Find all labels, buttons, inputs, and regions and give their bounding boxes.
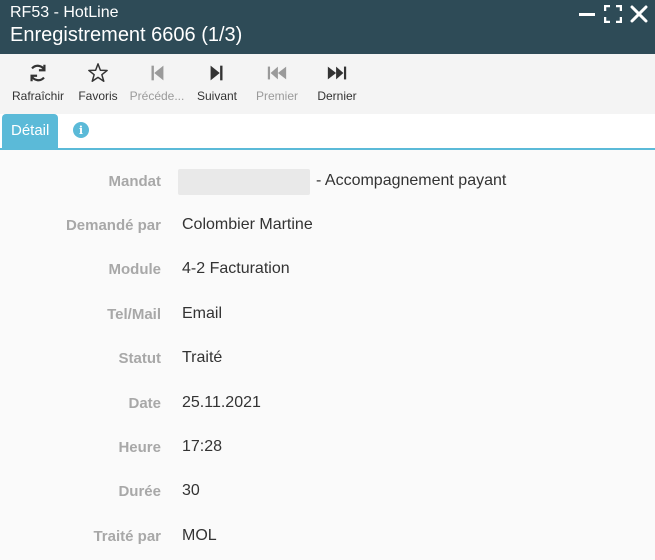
duree-value: 30 <box>182 482 200 499</box>
refresh-label: Rafraîchir <box>11 89 64 103</box>
first-button[interactable]: Premier <box>246 54 308 114</box>
statut-value: Traité <box>182 349 223 366</box>
field-statut: Statut Traité <box>0 345 655 373</box>
close-button[interactable] <box>629 4 649 24</box>
step-forward-icon <box>210 65 223 81</box>
heure-value: 17:28 <box>182 438 223 455</box>
date-label: Date <box>128 395 161 412</box>
detail-panel: Mandat - Accompagnement payant Demandé p… <box>0 150 655 560</box>
traite-par-value: MOL <box>182 527 217 544</box>
close-icon <box>630 5 648 23</box>
demande-par-value: Colombier Martine <box>182 216 313 233</box>
field-date: Date 25.11.2021 <box>0 390 655 418</box>
title-bar: RF53 - HotLine Enregistrement 6606 (1/3) <box>0 0 655 54</box>
toolbar: Rafraîchir Favoris Précéde... Suivant Pr… <box>0 54 655 115</box>
demande-par-label: Demandé par <box>65 217 161 234</box>
record-title: Enregistrement 6606 (1/3) <box>10 24 243 46</box>
info-icon[interactable]: i <box>73 122 89 138</box>
refresh-button[interactable]: Rafraîchir <box>7 54 69 114</box>
tab-detail[interactable]: Détail <box>2 114 59 148</box>
module-label: Module <box>108 261 162 278</box>
next-button[interactable]: Suivant <box>186 54 248 114</box>
previous-button[interactable]: Précéde... <box>126 54 188 114</box>
first-label: Premier <box>255 89 298 103</box>
window-controls <box>577 4 649 24</box>
refresh-icon <box>30 64 46 82</box>
traite-par-label: Traité par <box>93 528 161 545</box>
field-mandat: Mandat - Accompagnement payant <box>0 168 655 196</box>
field-demande-par: Demandé par Colombier Martine <box>0 212 655 240</box>
mandat-redacted-box <box>178 169 310 195</box>
minimize-button[interactable] <box>577 4 597 24</box>
tel-mail-value: Email <box>182 305 223 322</box>
field-module: Module 4-2 Facturation <box>0 256 655 284</box>
duree-label: Durée <box>118 483 161 500</box>
tab-bar: Détail i <box>0 114 655 150</box>
app-title: RF53 - HotLine <box>10 4 119 21</box>
favorites-label: Favoris <box>78 89 118 103</box>
field-heure: Heure 17:28 <box>0 434 655 462</box>
next-label: Suivant <box>196 89 238 103</box>
maximize-button[interactable] <box>603 4 623 24</box>
field-traite-par: Traité par MOL <box>0 523 655 551</box>
hotline-window: RF53 - HotLine Enregistrement 6606 (1/3) <box>0 0 655 560</box>
mandat-label: Mandat <box>108 173 162 190</box>
field-duree: Durée 30 <box>0 478 655 506</box>
last-label: Dernier <box>317 89 357 103</box>
module-value: 4-2 Facturation <box>182 260 290 277</box>
fast-forward-icon <box>327 66 347 80</box>
minimize-icon <box>579 13 595 16</box>
statut-label: Statut <box>118 350 162 367</box>
heure-label: Heure <box>118 439 161 456</box>
date-value: 25.11.2021 <box>182 394 261 411</box>
mandat-value: - Accompagnement payant <box>316 172 507 189</box>
last-button[interactable]: Dernier <box>306 54 368 114</box>
fast-backward-icon <box>267 66 287 80</box>
previous-label: Précéde... <box>129 89 185 103</box>
star-icon <box>88 63 108 82</box>
maximize-icon <box>604 5 622 23</box>
step-backward-icon <box>151 65 164 81</box>
field-tel-mail: Tel/Mail Email <box>0 301 655 329</box>
tel-mail-label: Tel/Mail <box>107 306 161 323</box>
favorites-button[interactable]: Favoris <box>67 54 129 114</box>
